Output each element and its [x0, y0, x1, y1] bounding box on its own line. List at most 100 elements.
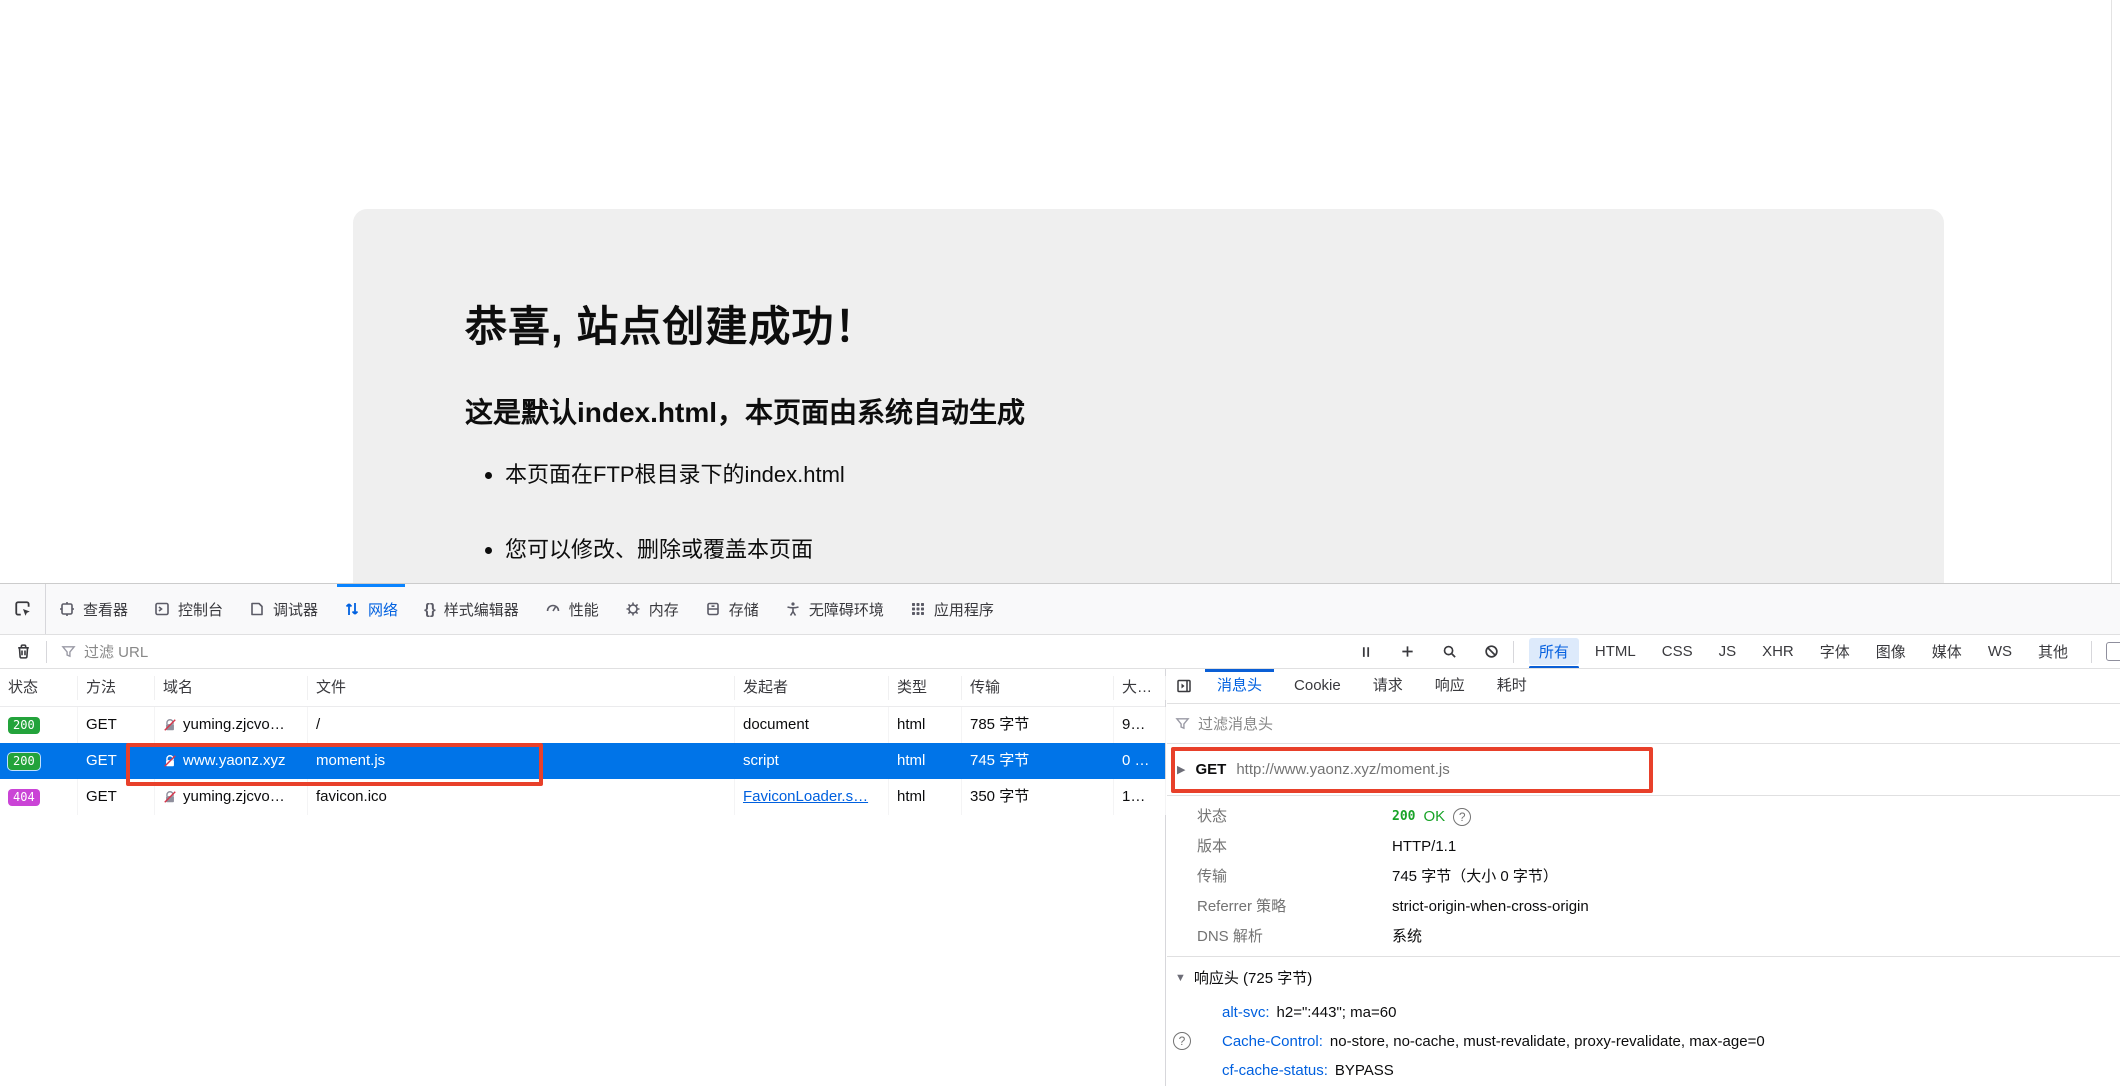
type-cell: html: [889, 779, 962, 815]
tab-cookie[interactable]: Cookie: [1278, 669, 1357, 704]
funnel-icon: [1175, 716, 1190, 731]
tab-console[interactable]: 控制台: [141, 584, 236, 634]
tab-label: 性能: [569, 599, 599, 620]
site-success-card: 恭喜, 站点创建成功！ 这是默认index.html，本页面由系统自动生成 本页…: [353, 209, 1944, 583]
tab-label: 查看器: [83, 599, 128, 620]
detail-row-status: 状态 200 OK ?: [1167, 802, 2120, 832]
tab-response[interactable]: 响应: [1419, 669, 1481, 704]
tab-label: 控制台: [178, 599, 223, 620]
response-headers-section-header[interactable]: ▼ 响应头 (725 字节): [1167, 956, 2120, 998]
help-icon[interactable]: ?: [1453, 808, 1471, 826]
screenshot-root: 恭喜, 站点创建成功！ 这是默认index.html，本页面由系统自动生成 本页…: [0, 0, 2120, 1086]
split-panel-toggle-button[interactable]: [1167, 678, 1201, 694]
filter-ws[interactable]: WS: [1978, 640, 2022, 663]
col-file[interactable]: 文件: [308, 676, 735, 700]
request-type-filters: 所有 HTML CSS JS XHR 字体 图像 媒体 WS 其他: [1526, 638, 2081, 665]
request-method: GET: [1195, 761, 1226, 778]
type-cell: html: [889, 707, 962, 743]
requests-table: 状态 方法 域名 文件 发起者 类型 传输 大… 200 GET yuming.…: [0, 669, 1166, 1086]
detail-row-transferred: 传输 745 字节（大小 0 字节）: [1167, 862, 2120, 892]
col-status[interactable]: 状态: [0, 676, 78, 700]
pause-button[interactable]: [1345, 645, 1387, 659]
response-headers-title: 响应头 (725 字节): [1194, 967, 1312, 988]
persist-logs-checkbox[interactable]: [2106, 642, 2120, 661]
col-method[interactable]: 方法: [78, 676, 155, 700]
col-size[interactable]: 大…: [1114, 676, 1166, 700]
tab-debugger[interactable]: 调试器: [236, 584, 331, 634]
status-badge: 404: [8, 789, 40, 806]
debugger-icon: [249, 601, 265, 617]
bullet-item: 本页面在FTP根目录下的index.html: [505, 457, 845, 489]
detail-tabs: 消息头 Cookie 请求 响应 耗时: [1167, 669, 2120, 704]
filter-css[interactable]: CSS: [1652, 640, 1703, 663]
header-row: alt-svc:h2=":443"; ma=60: [1167, 998, 2120, 1027]
tab-inspector[interactable]: 查看器: [46, 584, 141, 634]
filter-media[interactable]: 媒体: [1922, 638, 1972, 665]
network-main-area: 状态 方法 域名 文件 发起者 类型 传输 大… 200 GET yuming.…: [0, 669, 2120, 1086]
header-name[interactable]: cf-cache-status:: [1222, 1062, 1328, 1079]
col-type[interactable]: 类型: [889, 676, 962, 700]
filter-url-input[interactable]: 过滤 URL: [61, 641, 1345, 662]
insecure-lock-icon: [163, 754, 177, 768]
trash-icon: [15, 643, 32, 660]
request-detail-panel: 消息头 Cookie 请求 响应 耗时 过滤消息头 ▶ G: [1167, 669, 2120, 1086]
request-row[interactable]: 200 GET yuming.zjcvo… / document html 78…: [0, 707, 1165, 743]
filter-other[interactable]: 其他: [2028, 638, 2078, 665]
tab-network[interactable]: 网络: [331, 584, 411, 634]
help-icon[interactable]: ?: [1173, 1032, 1191, 1050]
request-row-selected[interactable]: 200 GET www.yaonz.xyz moment.js script h…: [0, 743, 1165, 779]
divider: [2091, 641, 2092, 663]
filter-font[interactable]: 字体: [1810, 638, 1860, 665]
request-url: http://www.yaonz.xyz/moment.js: [1236, 761, 1449, 778]
devtools-panel: 查看器 控制台 调试器: [0, 583, 2120, 1086]
clear-requests-button[interactable]: [0, 643, 46, 660]
domain-cell: www.yaonz.xyz: [183, 743, 286, 779]
header-name[interactable]: Cache-Control:: [1222, 1033, 1323, 1050]
tab-timings[interactable]: 耗时: [1481, 669, 1543, 704]
search-button[interactable]: [1429, 644, 1471, 659]
filter-headers-input[interactable]: 过滤消息头: [1167, 704, 2120, 744]
initiator-link[interactable]: FaviconLoader.s…: [743, 779, 868, 815]
filter-html[interactable]: HTML: [1585, 640, 1646, 663]
file-cell: favicon.ico: [308, 779, 735, 815]
filter-js[interactable]: JS: [1709, 640, 1747, 663]
transferred-cell: 745 字节: [962, 743, 1114, 779]
memory-icon: [625, 601, 641, 617]
tab-label: 样式编辑器: [444, 599, 519, 620]
initiator-cell: document: [735, 707, 889, 743]
tab-performance[interactable]: 性能: [532, 584, 612, 634]
request-row[interactable]: 404 GET yuming.zjcvo… favicon.ico Favico…: [0, 779, 1165, 815]
tab-style-editor[interactable]: {} 样式编辑器: [411, 584, 532, 634]
tab-memory[interactable]: 内存: [612, 584, 692, 634]
tab-storage[interactable]: 存储: [692, 584, 772, 634]
domain-cell: yuming.zjcvo…: [183, 707, 285, 743]
header-name[interactable]: alt-svc:: [1222, 1004, 1270, 1021]
tab-request[interactable]: 请求: [1357, 669, 1419, 704]
tab-accessibility[interactable]: 无障碍环境: [772, 584, 897, 634]
tab-label: 内存: [649, 599, 679, 620]
storage-icon: [705, 601, 721, 617]
detail-value: strict-origin-when-cross-origin: [1392, 892, 1589, 922]
tab-application[interactable]: 应用程序: [897, 584, 1007, 634]
expander-icon[interactable]: ▼: [1175, 972, 1186, 984]
status-text: OK: [1423, 802, 1445, 832]
col-transferred[interactable]: 传输: [962, 676, 1114, 700]
page-subtitle: 这是默认index.html，本页面由系统自动生成: [465, 391, 1025, 431]
tab-headers[interactable]: 消息头: [1201, 669, 1278, 704]
filter-xhr[interactable]: XHR: [1752, 640, 1804, 663]
add-request-button[interactable]: [1387, 644, 1429, 659]
filter-image[interactable]: 图像: [1866, 638, 1916, 665]
col-domain[interactable]: 域名: [155, 676, 308, 700]
col-initiator[interactable]: 发起者: [735, 676, 889, 700]
file-cell: moment.js: [308, 743, 735, 779]
page-title: 恭喜, 站点创建成功！: [465, 293, 877, 354]
tab-label: 无障碍环境: [809, 599, 884, 620]
size-cell: 9…: [1114, 707, 1166, 743]
insecure-lock-icon: [163, 790, 177, 804]
expander-icon[interactable]: ▶: [1177, 763, 1185, 776]
element-picker-icon: [14, 600, 32, 618]
request-summary-row[interactable]: ▶ GET http://www.yaonz.xyz/moment.js: [1167, 744, 2120, 796]
filter-all[interactable]: 所有: [1529, 638, 1579, 665]
element-picker-button[interactable]: [0, 584, 46, 634]
block-button[interactable]: [1471, 644, 1513, 659]
